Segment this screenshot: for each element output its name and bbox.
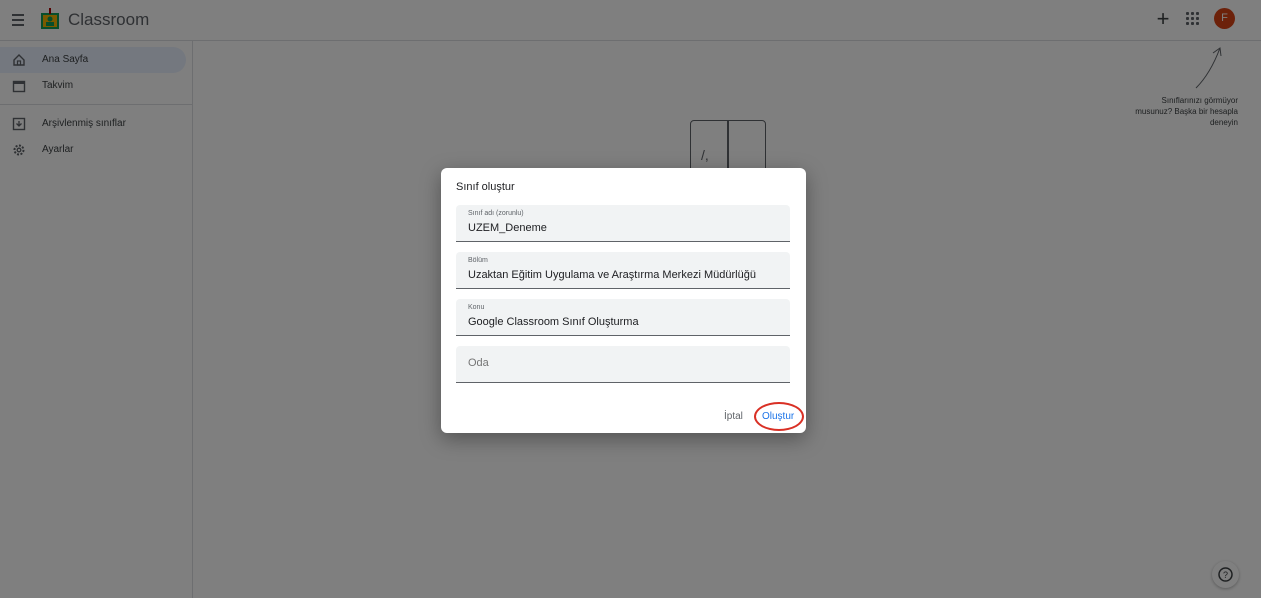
dialog-title: Sınıf oluştur <box>456 181 515 193</box>
field-value[interactable]: Google Classroom Sınıf Oluşturma <box>468 316 639 328</box>
field-label: Bölüm <box>468 257 488 264</box>
subject-field[interactable]: Konu Google Classroom Sınıf Oluşturma <box>456 299 790 336</box>
field-value[interactable]: Uzaktan Eğitim Uygulama ve Araştırma Mer… <box>468 269 756 281</box>
field-label: Sınıf adı (zorunlu) <box>468 210 524 217</box>
create-button-highlight-annotation <box>754 402 804 431</box>
cancel-button[interactable]: İptal <box>724 411 743 422</box>
field-label: Konu <box>468 304 485 311</box>
create-class-dialog: Sınıf oluştur Sınıf adı (zorunlu) UZEM_D… <box>441 168 806 433</box>
section-field[interactable]: Bölüm Uzaktan Eğitim Uygulama ve Araştır… <box>456 252 790 289</box>
field-value[interactable]: UZEM_Deneme <box>468 222 547 234</box>
class-name-field[interactable]: Sınıf adı (zorunlu) UZEM_Deneme <box>456 205 790 242</box>
room-input[interactable] <box>468 357 768 369</box>
room-field[interactable] <box>456 346 790 383</box>
